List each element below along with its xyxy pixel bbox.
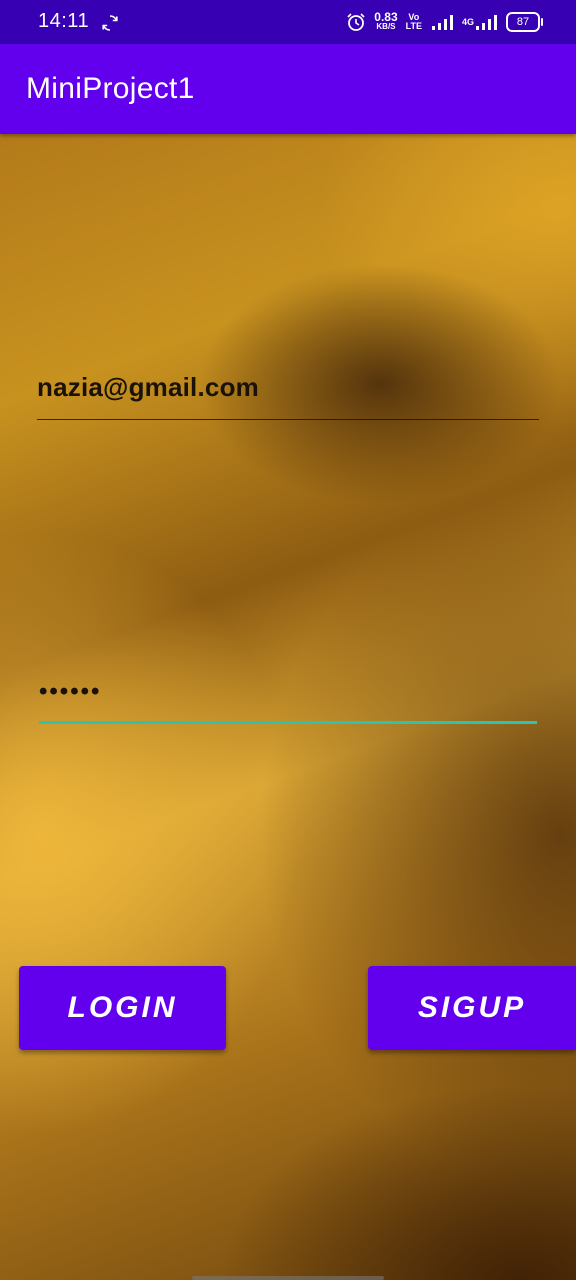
password-value: •••••• (39, 678, 102, 705)
email-input[interactable]: nazia@gmail.com (37, 372, 539, 420)
sync-icon (102, 15, 118, 31)
signup-button[interactable]: SIGUP (368, 966, 576, 1050)
signal-icon-secondary (476, 15, 497, 30)
net-speed-unit: KB/S (376, 22, 396, 31)
volte-bottom: LTE (405, 21, 422, 31)
battery-level: 87 (516, 16, 530, 28)
app-title: MiniProject1 (26, 72, 195, 105)
navigation-handle[interactable] (192, 1276, 384, 1280)
net-speed-indicator: 0.83 KB/S (374, 10, 398, 32)
battery-icon: 87 (506, 12, 543, 32)
app-bar: MiniProject1 (0, 44, 576, 134)
network-type: 4G (461, 17, 474, 27)
alarm-icon (347, 13, 365, 31)
password-input[interactable]: •••••• (39, 672, 537, 724)
status-bar: 14:11 0.83 KB/S Vo LTE 4G 87 (0, 0, 576, 44)
email-value: nazia@gmail.com (37, 372, 259, 402)
login-screen: 14:11 0.83 KB/S Vo LTE 4G 87 MiniProject… (0, 0, 576, 1280)
password-underline (39, 721, 537, 724)
email-underline (37, 419, 539, 420)
login-button[interactable]: LOGIN (19, 966, 226, 1050)
net-speed-value: 0.83 (374, 10, 398, 24)
volte-indicator: Vo LTE (406, 13, 422, 31)
signal-icon (431, 15, 453, 30)
status-icons: 0.83 KB/S Vo LTE 4G 87 (346, 8, 543, 36)
status-time: 14:11 (38, 10, 90, 32)
